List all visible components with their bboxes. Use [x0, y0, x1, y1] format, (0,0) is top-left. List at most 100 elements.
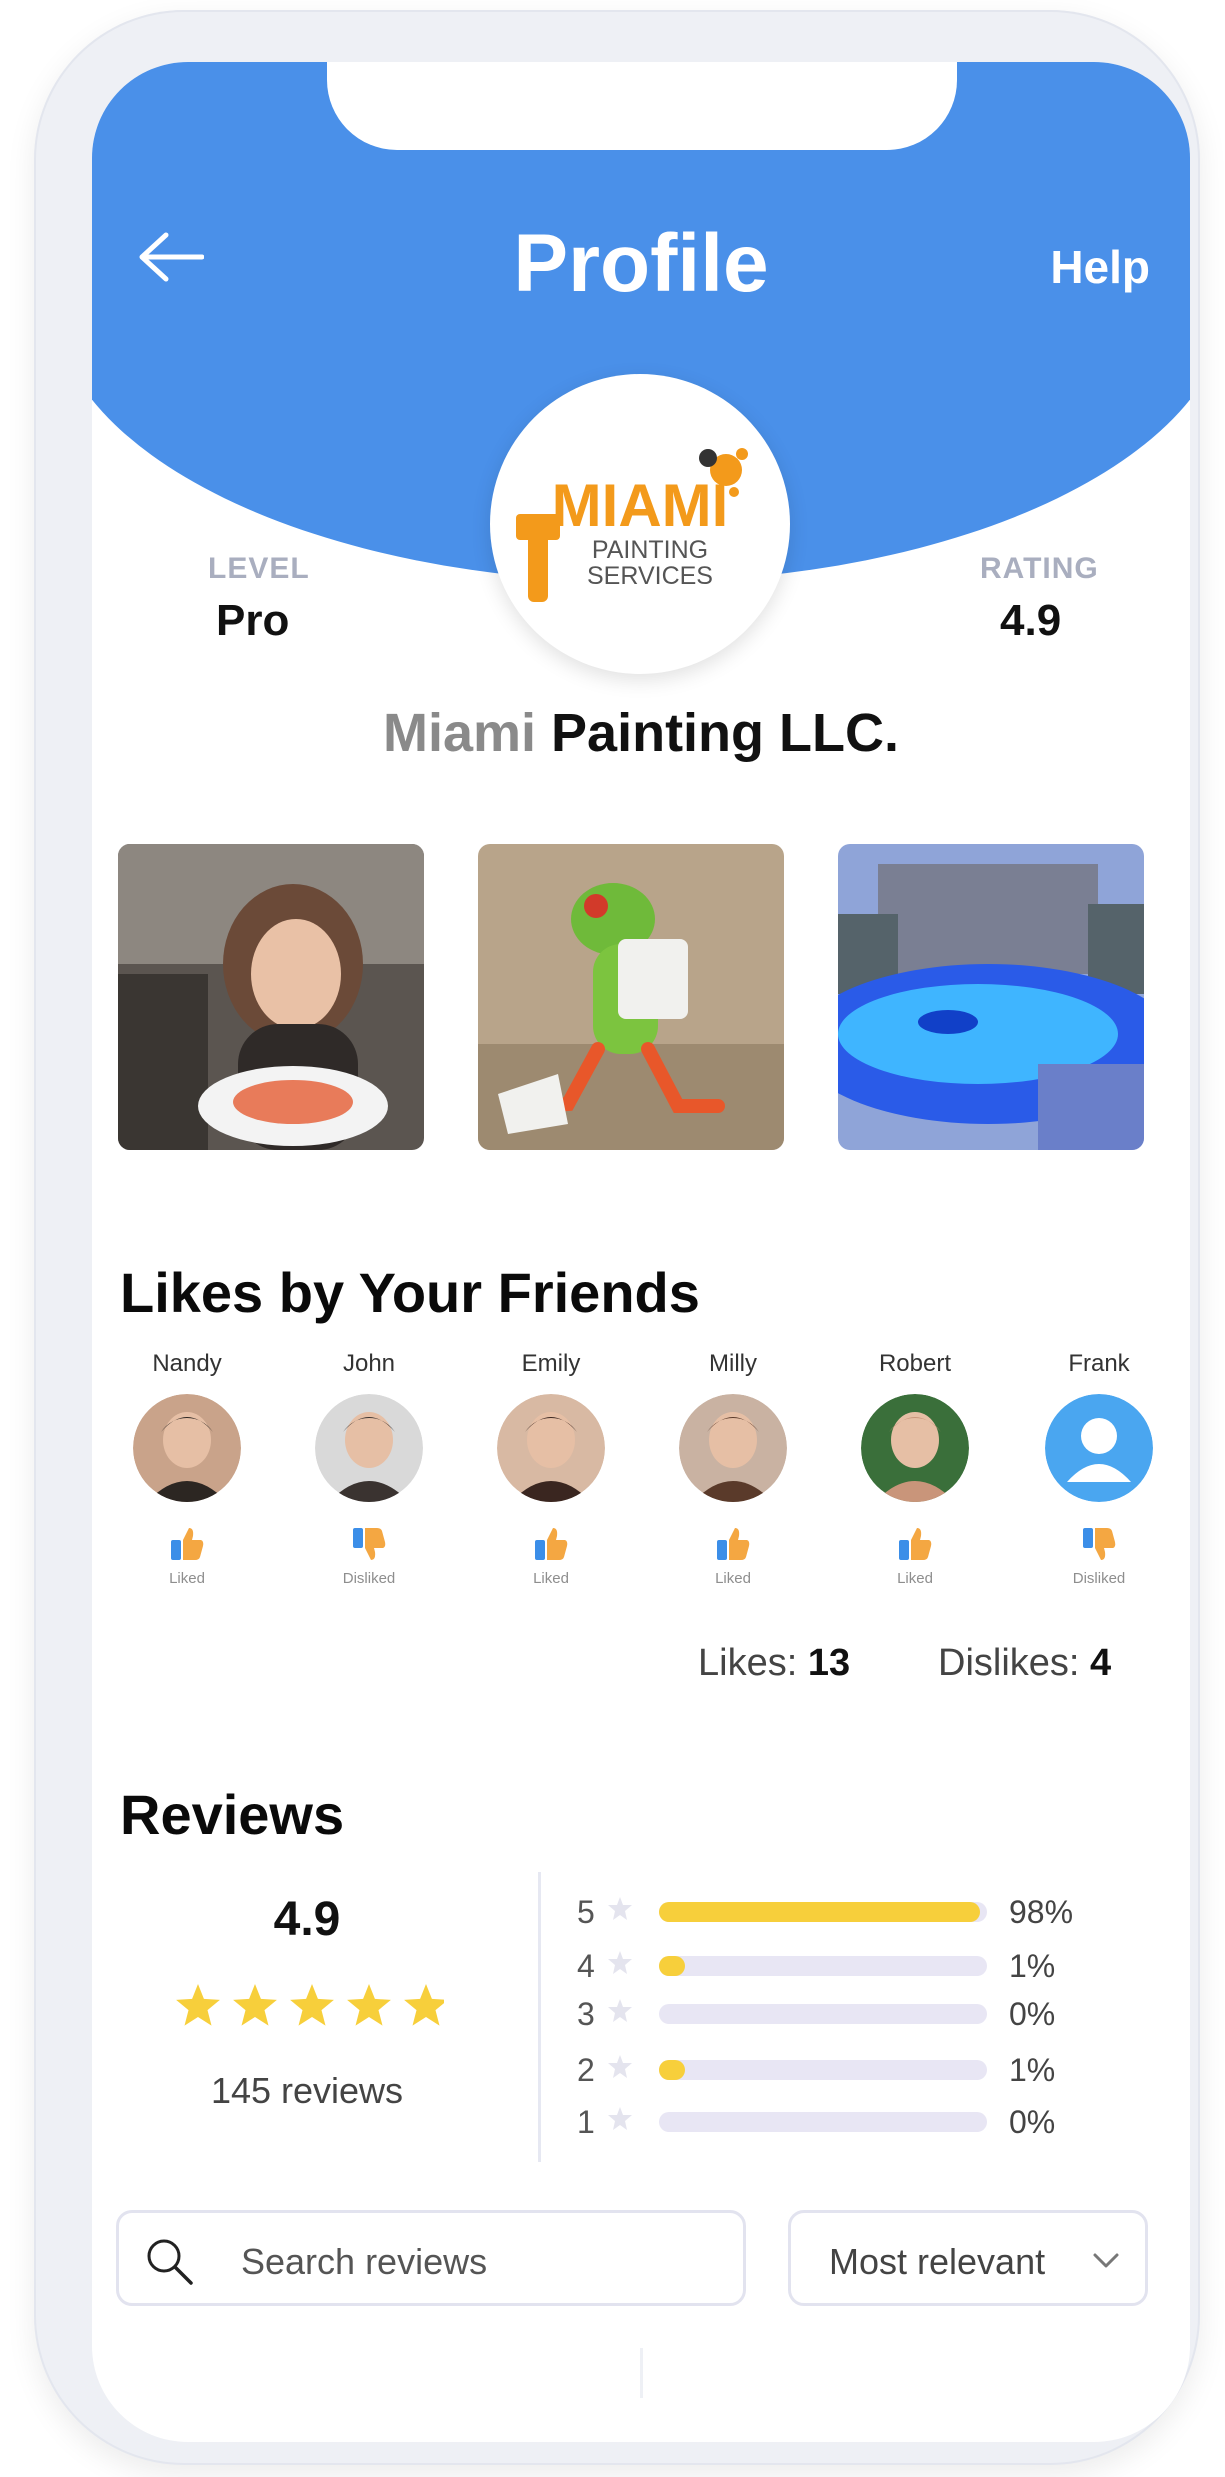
search-reviews-input[interactable]: Search reviews: [116, 2210, 746, 2306]
level-label: LEVEL: [208, 552, 310, 585]
star-icon: [176, 1984, 220, 2026]
dislikes-count: Dislikes: 4: [938, 1642, 1111, 1685]
friend-avatar[interactable]: [861, 1394, 969, 1502]
likes-label: Likes:: [698, 1642, 798, 1684]
rating-percent: 0%: [1009, 2104, 1056, 2140]
default-user-icon[interactable]: [1045, 1394, 1153, 1502]
sort-dropdown[interactable]: Most relevant: [788, 2210, 1148, 2306]
level-value: Pro: [216, 596, 290, 645]
friend-item[interactable]: Milly Liked: [668, 1350, 798, 1587]
friend-status: Liked: [169, 1570, 205, 1587]
friend-item[interactable]: John Disliked: [304, 1350, 434, 1587]
average-rating: 4.9: [273, 1893, 341, 1946]
rating-bar-fill: [659, 1902, 981, 1922]
friend-status: Disliked: [1072, 1570, 1126, 1587]
friend-avatar[interactable]: [133, 1394, 241, 1502]
rating-bar-track: [659, 2112, 987, 2132]
search-icon: [147, 2239, 193, 2285]
thumbs-up-icon: [531, 1524, 571, 1564]
star-icon: [404, 1984, 444, 2026]
friend-name: Robert: [878, 1350, 952, 1377]
friend-status: Liked: [897, 1570, 933, 1587]
thumbs-down-icon: [349, 1524, 389, 1564]
friend-item[interactable]: Frank Disliked: [1034, 1350, 1164, 1587]
rating-bar-row: 5 98%: [577, 1892, 1137, 1932]
star-icon: [608, 2055, 632, 2078]
rating-percent: 1%: [1009, 2052, 1056, 2088]
friend-avatar[interactable]: [679, 1394, 787, 1502]
app-screen: Profile Help MIAMI PAINTING SERVICES LEV…: [92, 62, 1190, 2442]
friend-item[interactable]: Nandy Liked: [122, 1350, 252, 1587]
friend-name: John: [342, 1350, 396, 1377]
friend-status: Disliked: [342, 1570, 396, 1587]
device-notch: [327, 62, 957, 150]
friend-name: Emily: [521, 1350, 581, 1377]
friends-section-title: Likes by Your Friends: [120, 1261, 700, 1324]
friend-avatar[interactable]: [497, 1394, 605, 1502]
rating-bar-row: 1 0%: [577, 2102, 1137, 2142]
star-level: 1: [577, 2104, 595, 2140]
paint-splash-logo-icon: MIAMI PAINTING SERVICES: [516, 448, 748, 602]
rating-percent: 0%: [1009, 1996, 1056, 2032]
star-level: 2: [577, 2052, 595, 2088]
star-icon: [608, 1897, 632, 1920]
rating-bar-row: 2 1%: [577, 2050, 1137, 2090]
star-level: 4: [577, 1948, 595, 1984]
rating-percent: 98%: [1009, 1894, 1074, 1930]
company-name-rest: Painting LLC.: [536, 703, 900, 763]
friend-status: Liked: [715, 1570, 751, 1587]
gallery-photo-3[interactable]: [838, 844, 1144, 1150]
rating-bar-fill: [659, 2060, 686, 2080]
thumbs-up-icon: [167, 1524, 207, 1564]
rating-bar-track: [659, 2004, 987, 2024]
rating-bar-track: [659, 1956, 987, 1976]
help-link[interactable]: Help: [1050, 240, 1150, 294]
chevron-down-icon: [1093, 2253, 1119, 2268]
friend-status: Liked: [533, 1570, 569, 1587]
star-level: 5: [577, 1894, 595, 1930]
review-count: 145 reviews: [210, 2070, 404, 2111]
star-level: 3: [577, 1996, 595, 2032]
dislikes-label: Dislikes:: [938, 1642, 1080, 1684]
star-icon: [233, 1984, 277, 2026]
search-placeholder: Search reviews: [241, 2241, 488, 2282]
friend-item[interactable]: Robert Liked: [850, 1350, 980, 1587]
logo-text-3: SERVICES: [587, 562, 713, 590]
friend-name: Nandy: [152, 1350, 222, 1377]
friend-item[interactable]: Emily Liked: [486, 1350, 616, 1587]
rating-value: 4.9: [1000, 596, 1062, 645]
logo-text-2: PAINTING: [592, 536, 708, 564]
friend-avatar[interactable]: [315, 1394, 423, 1502]
star-icon: [347, 1984, 391, 2026]
likes-count: Likes: 13: [698, 1642, 850, 1685]
home-indicator-divider: [640, 2348, 643, 2398]
rating-percent: 1%: [1009, 1948, 1056, 1984]
company-name-first: Miami: [382, 703, 537, 763]
star-icon: [290, 1984, 334, 2026]
thumbs-up-icon: [713, 1524, 753, 1564]
gallery-photo-1[interactable]: [118, 844, 424, 1150]
star-icon: [608, 1951, 632, 1974]
dislikes-value: 4: [1090, 1642, 1112, 1684]
gallery-photo-2[interactable]: [478, 844, 784, 1150]
company-logo: MIAMI PAINTING SERVICES: [490, 374, 790, 674]
rating-bar-track: [659, 2060, 987, 2080]
rating-bar-row: 3 0%: [577, 1994, 1137, 2034]
rating-stars: [176, 1984, 444, 2026]
sort-value: Most relevant: [829, 2241, 1046, 2282]
logo-text-1: MIAMI: [552, 472, 729, 539]
star-icon: [608, 1999, 632, 2022]
rating-bar-track: [659, 1902, 987, 1922]
reviews-section-title: Reviews: [120, 1783, 345, 1846]
thumbs-up-icon: [895, 1524, 935, 1564]
friend-name: Frank: [1068, 1350, 1130, 1377]
star-icon: [608, 2107, 632, 2130]
company-name: Miami Painting LLC.: [92, 702, 1190, 764]
rating-label: RATING: [980, 552, 1099, 585]
rating-bar-fill: [659, 1956, 686, 1976]
reviews-divider: [538, 1872, 541, 2162]
friend-name: Milly: [709, 1350, 757, 1377]
thumbs-down-icon: [1079, 1524, 1119, 1564]
likes-value: 13: [807, 1642, 851, 1684]
page-title: Profile: [513, 218, 769, 309]
